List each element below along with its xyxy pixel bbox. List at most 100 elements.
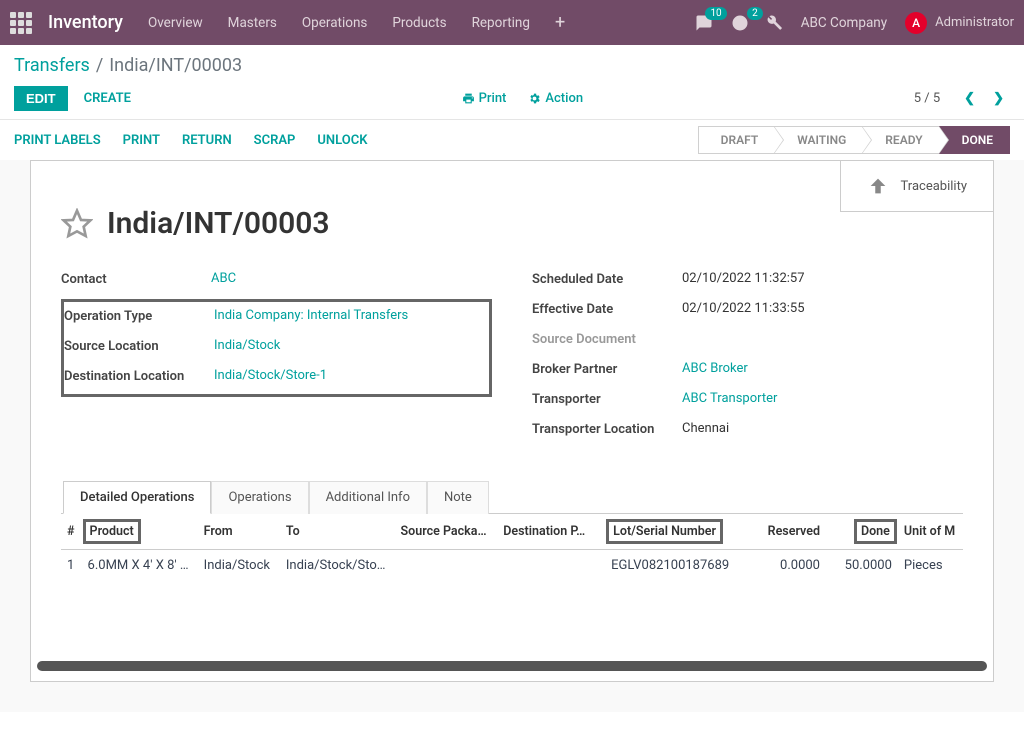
breadcrumb-sep: / (96, 55, 103, 76)
print-label: Print (479, 91, 507, 106)
horizontal-scrollbar[interactable] (37, 661, 987, 671)
source-location-value[interactable]: India/Stock (214, 338, 280, 353)
cell-lot: EGLV082100187689 (605, 550, 744, 582)
statusbar: DRAFT WAITING READY DONE (698, 126, 1010, 154)
effective-date-value: 02/10/2022 11:33:55 (682, 301, 805, 316)
favorite-star-icon[interactable] (61, 208, 93, 240)
cell-destpack (497, 550, 605, 582)
sheet-wrapper: Traceability India/INT/00003 Contact ABC (0, 160, 1024, 712)
print-dropdown[interactable]: Print (462, 91, 507, 106)
tab-note[interactable]: Note (427, 481, 489, 514)
operations-table: # Product From To Source Packa… Destinat… (61, 514, 963, 581)
col-source-package[interactable]: Source Packa… (395, 514, 498, 550)
gear-icon (528, 92, 541, 105)
avatar: A (905, 12, 927, 34)
source-doc-label: Source Document (532, 331, 682, 347)
cell-from: India/Stock (198, 550, 280, 582)
right-column: Scheduled Date 02/10/2022 11:32:57 Effec… (532, 271, 963, 451)
nav-menu: Overview Masters Operations Products Rep… (148, 12, 695, 33)
messaging-icon[interactable]: 10 (695, 14, 713, 32)
col-done[interactable]: Done (826, 514, 898, 550)
msg-badge: 10 (705, 7, 726, 20)
nav-reporting[interactable]: Reporting (472, 15, 530, 31)
pager-next[interactable]: ❯ (987, 87, 1010, 110)
user-menu[interactable]: A Administrator (905, 12, 1014, 34)
col-product[interactable]: Product (82, 514, 198, 550)
company-switcher[interactable]: ABC Company (801, 15, 887, 31)
breadcrumb-root[interactable]: Transfers (14, 55, 90, 76)
transporter-loc-label: Transporter Location (532, 421, 682, 437)
scrap-button[interactable]: SCRAP (254, 133, 296, 148)
col-dest-package[interactable]: Destination P… (497, 514, 605, 550)
left-column: Contact ABC Operation Type India Company… (61, 271, 492, 451)
traceability-button[interactable]: Traceability (840, 161, 993, 212)
form-sheet: Traceability India/INT/00003 Contact ABC (30, 160, 994, 682)
nav-products[interactable]: Products (392, 15, 446, 31)
col-reserved[interactable]: Reserved (744, 514, 826, 550)
table-header-row: # Product From To Source Packa… Destinat… (61, 514, 963, 550)
cell-uom: Pieces (898, 550, 963, 582)
col-uom[interactable]: Unit of M (898, 514, 963, 550)
effective-date-label: Effective Date (532, 301, 682, 317)
table-row[interactable]: 1 6.0MM X 4' X 8' … India/Stock India/St… (61, 550, 963, 582)
tab-detailed-operations[interactable]: Detailed Operations (63, 481, 211, 514)
print-labels-button[interactable]: PRINT LABELS (14, 133, 101, 148)
apps-icon[interactable] (10, 12, 32, 34)
button-bar: PRINT LABELS PRINT RETURN SCRAP UNLOCK D… (0, 120, 1024, 160)
record-title: India/INT/00003 (107, 206, 330, 241)
notebook-tabs: Detailed Operations Operations Additiona… (61, 481, 963, 514)
printer-icon (462, 92, 475, 105)
systray: 10 2 ABC Company A Administrator (695, 12, 1014, 34)
app-brand[interactable]: Inventory (48, 12, 123, 33)
action-dropdown[interactable]: Action (528, 91, 583, 106)
scheduled-date-value: 02/10/2022 11:32:57 (682, 271, 805, 286)
edit-button[interactable]: EDIT (14, 86, 68, 111)
contact-value[interactable]: ABC (211, 271, 236, 286)
operation-type-label: Operation Type (64, 308, 214, 324)
pager-display: 5 / 5 (914, 91, 940, 106)
nav-operations[interactable]: Operations (302, 15, 368, 31)
destination-location-label: Destination Location (64, 368, 214, 384)
col-lot[interactable]: Lot/Serial Number (605, 514, 744, 550)
status-done[interactable]: DONE (939, 126, 1010, 154)
arrow-up-icon (867, 175, 889, 197)
col-to[interactable]: To (280, 514, 395, 550)
source-location-label: Source Location (64, 338, 214, 354)
cell-product: 6.0MM X 4' X 8' … (82, 550, 198, 582)
create-button[interactable]: CREATE (84, 91, 131, 106)
col-from[interactable]: From (198, 514, 280, 550)
breadcrumb-current: India/INT/00003 (109, 55, 242, 76)
return-button[interactable]: RETURN (182, 133, 232, 148)
status-waiting[interactable]: WAITING (774, 126, 862, 154)
nav-masters[interactable]: Masters (228, 15, 277, 31)
transporter-loc-value: Chennai (682, 421, 729, 436)
broker-label: Broker Partner (532, 361, 682, 377)
action-label: Action (545, 91, 583, 106)
cell-reserved: 0.0000 (744, 550, 826, 582)
broker-value[interactable]: ABC Broker (682, 361, 748, 376)
pager-prev[interactable]: ❮ (958, 87, 981, 110)
col-number[interactable]: # (61, 514, 82, 550)
tools-icon[interactable] (767, 15, 783, 31)
user-name: Administrator (935, 15, 1014, 30)
tab-operations[interactable]: Operations (211, 481, 308, 514)
destination-location-value[interactable]: India/Stock/Store-1 (214, 368, 327, 383)
status-ready[interactable]: READY (862, 126, 938, 154)
scheduled-date-label: Scheduled Date (532, 271, 682, 287)
breadcrumb: Transfers / India/INT/00003 (14, 55, 1010, 76)
status-draft[interactable]: DRAFT (698, 126, 775, 154)
nav-new-icon[interactable]: + (555, 12, 565, 33)
cell-done: 50.0000 (826, 550, 898, 582)
operation-type-value[interactable]: India Company: Internal Transfers (214, 308, 408, 323)
transporter-value[interactable]: ABC Transporter (682, 391, 777, 406)
tab-additional-info[interactable]: Additional Info (309, 481, 427, 514)
unlock-button[interactable]: UNLOCK (317, 133, 367, 148)
nav-overview[interactable]: Overview (148, 15, 203, 31)
highlighted-fields: Operation Type India Company: Internal T… (61, 299, 492, 397)
activity-badge: 2 (747, 7, 763, 20)
activity-icon[interactable]: 2 (731, 14, 749, 32)
control-panel: Transfers / India/INT/00003 EDIT CREATE … (0, 45, 1024, 120)
traceability-label: Traceability (901, 179, 967, 194)
transporter-label: Transporter (532, 391, 682, 407)
print-button[interactable]: PRINT (123, 133, 160, 148)
